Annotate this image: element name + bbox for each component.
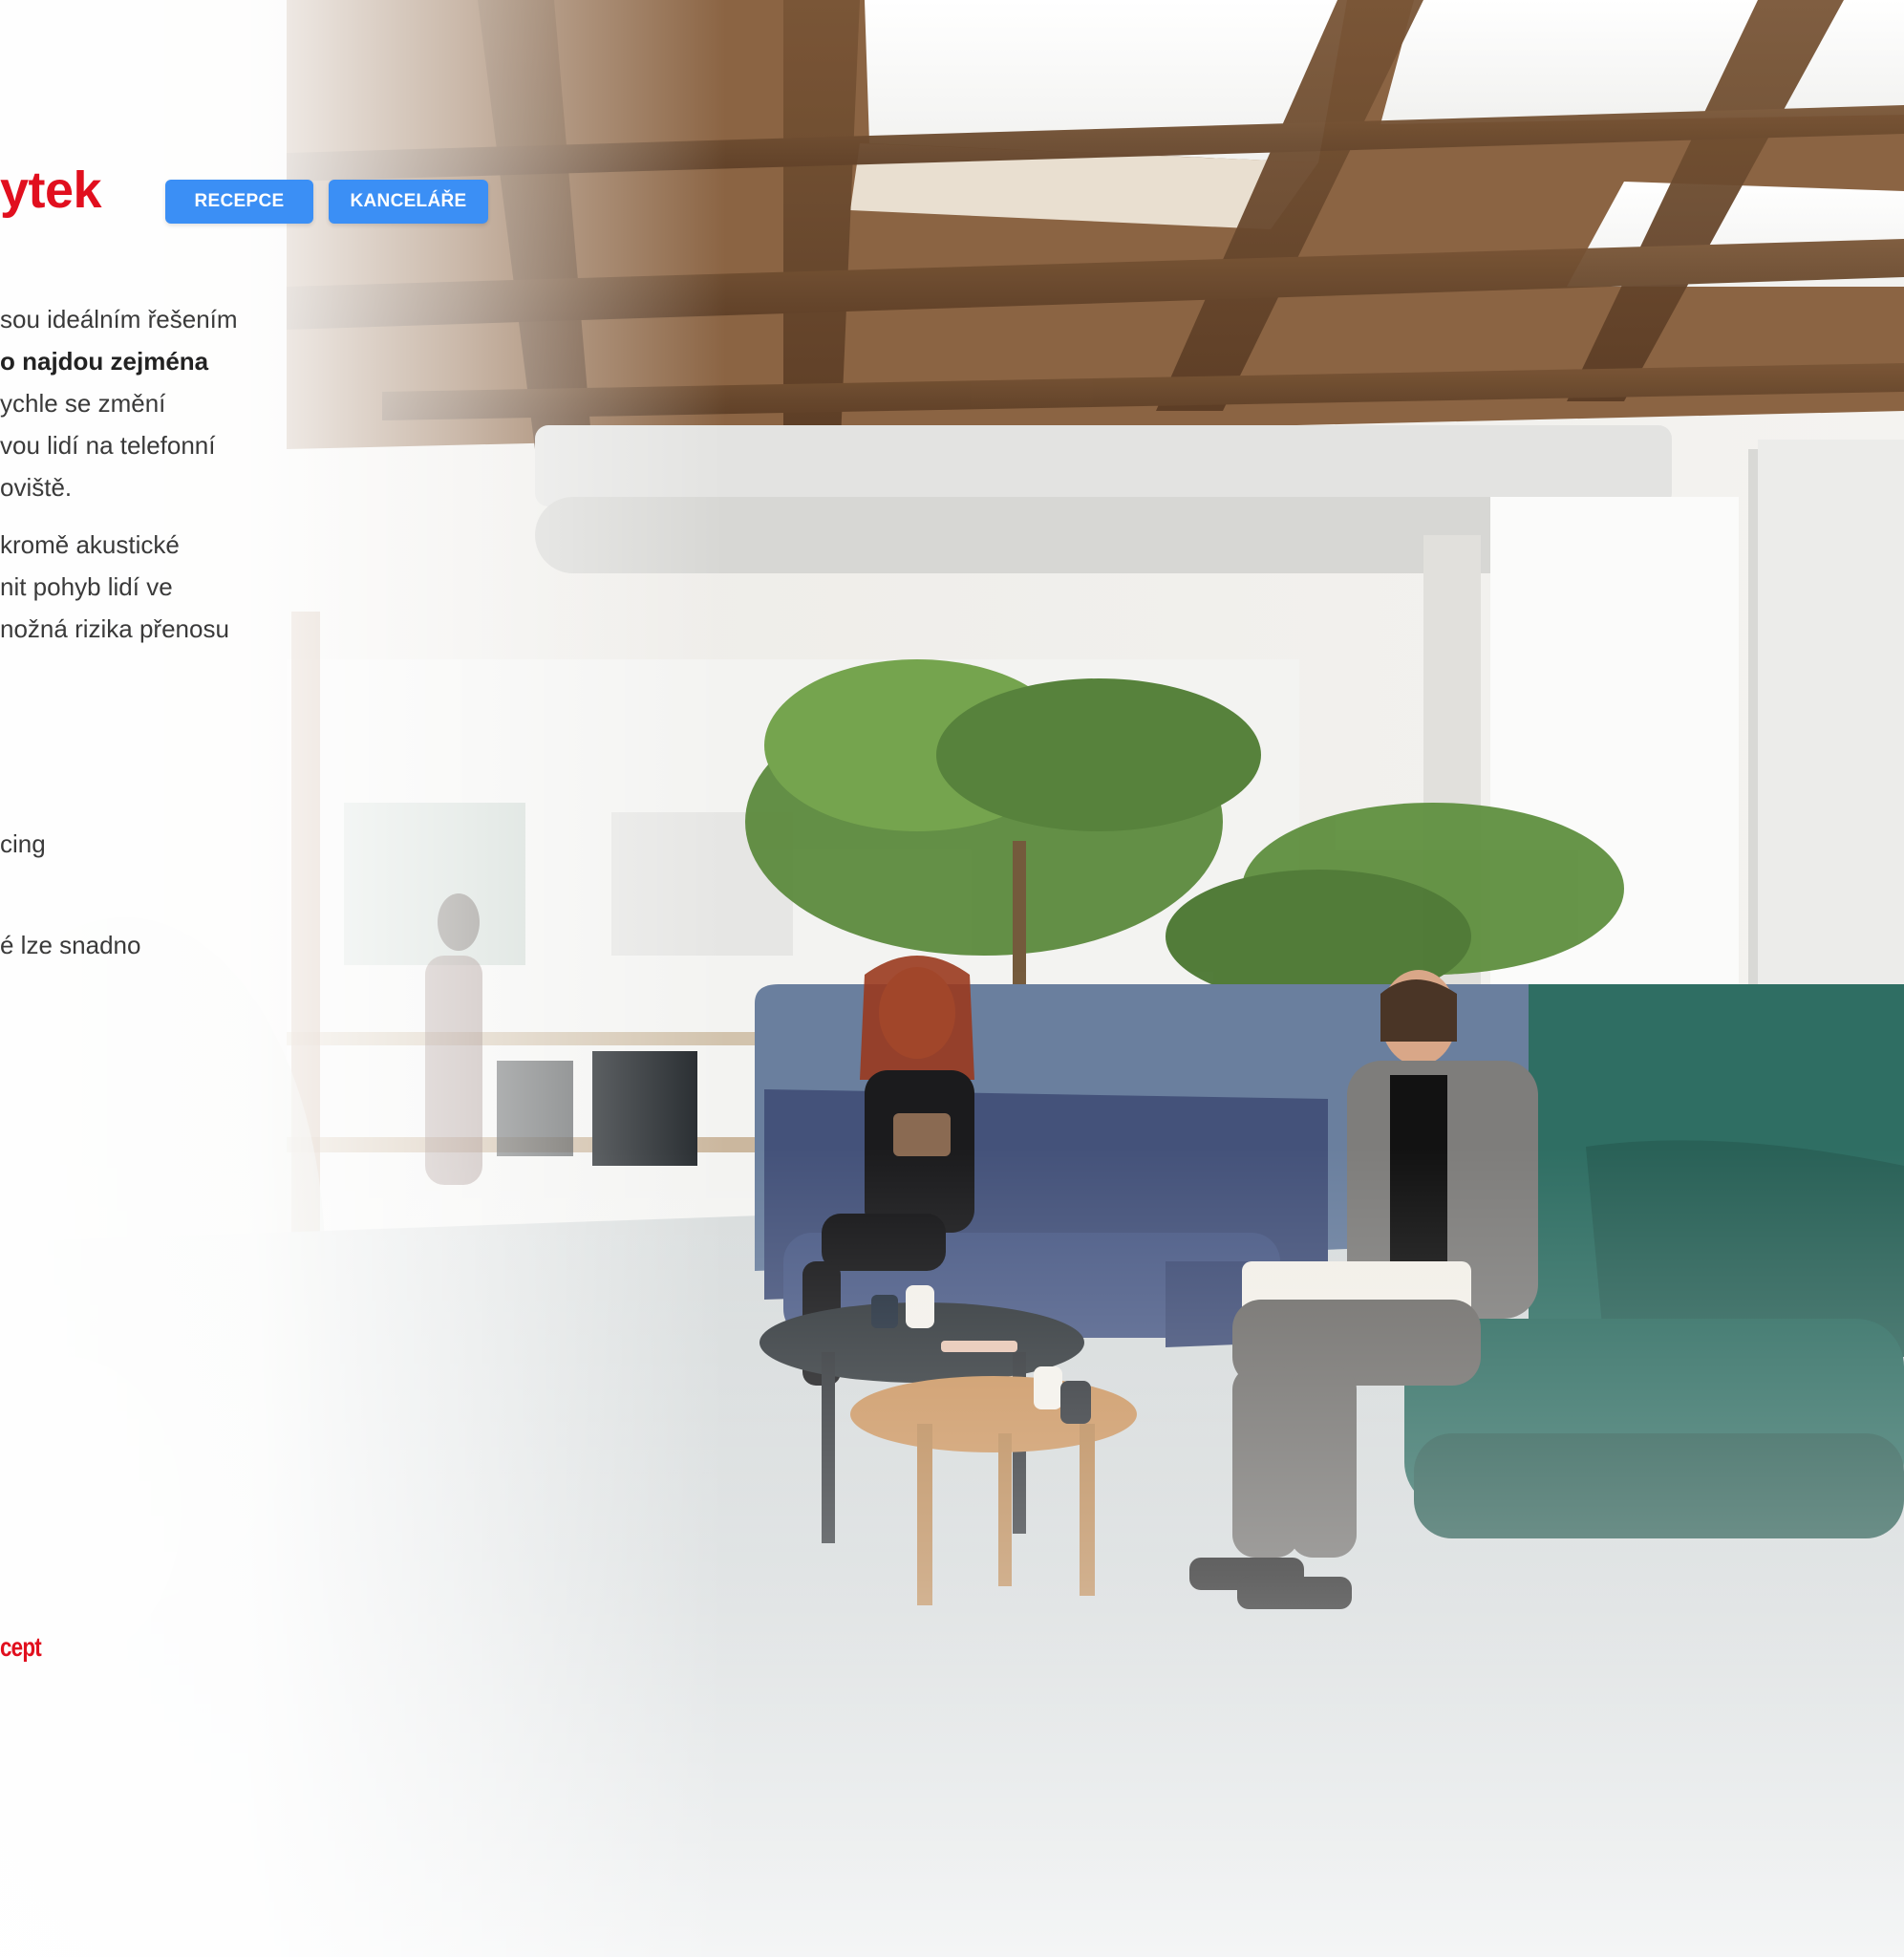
detail-line: nožná rizika přenosu: [0, 614, 229, 643]
detail-line: kromě akustické: [0, 530, 180, 559]
tag-recepce[interactable]: RECEPCE: [165, 180, 313, 224]
page: ytek RECEPCE KANCELÁŘE sou ideálním řeše…: [0, 0, 1904, 1957]
detail-line: nit pohyb lidí ve: [0, 572, 173, 601]
intro-line: ychle se změní: [0, 389, 166, 418]
intro-line: sou ideálním řešením: [0, 305, 238, 333]
feature-fragment-distancing: cing: [0, 829, 46, 858]
feature-fragment-easily: é lze snadno: [0, 931, 141, 959]
office-lounge-photo: [0, 0, 1904, 1957]
brand-logo-fragment[interactable]: cept: [0, 1632, 42, 1663]
intro-line: oviště.: [0, 473, 73, 502]
detail-paragraph: kromě akustické nit pohyb lidí ve nožná …: [0, 524, 229, 650]
intro-paragraph: sou ideálním řešením o najdou zejména yc…: [0, 298, 238, 508]
tag-kancelare[interactable]: KANCELÁŘE: [329, 180, 488, 224]
intro-line-bold: o najdou zejména: [0, 347, 209, 376]
intro-line: vou lidí na telefonní: [0, 431, 216, 460]
page-title: ytek: [0, 161, 102, 219]
